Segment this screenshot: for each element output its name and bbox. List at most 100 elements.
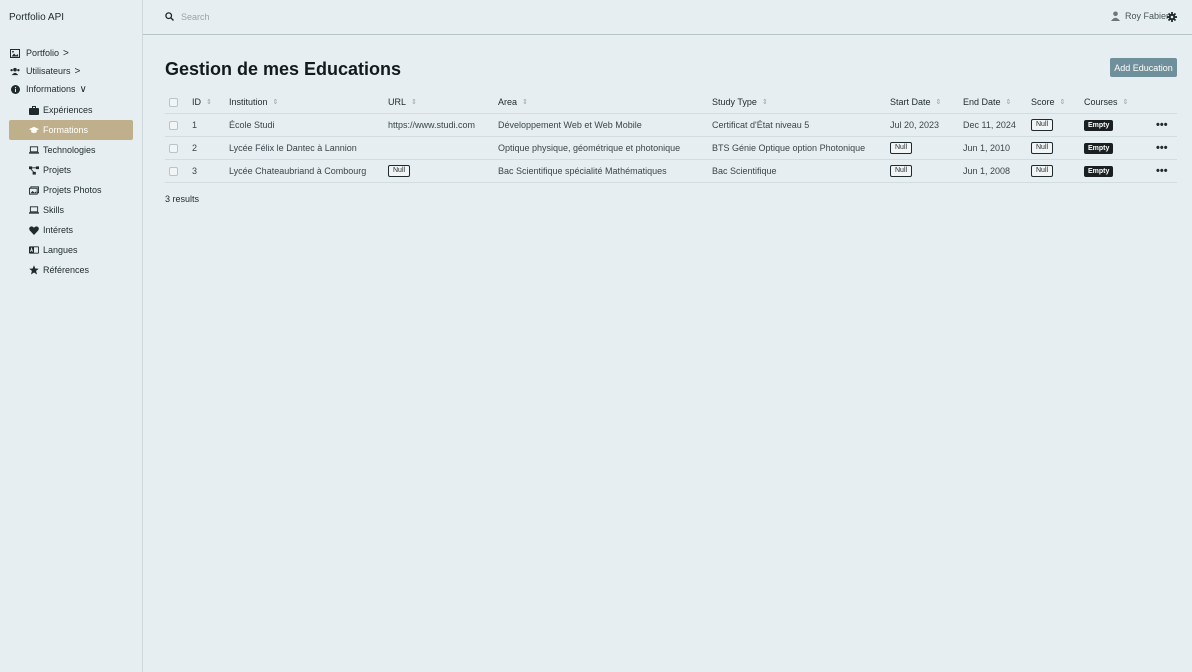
column-header-url[interactable]: URL ⇕ xyxy=(388,91,417,113)
row-checkbox[interactable] xyxy=(169,143,178,153)
user-name: Roy Fabien xyxy=(1124,11,1171,21)
sidebar-item-skills[interactable]: Skills xyxy=(9,200,133,220)
add-education-button[interactable]: Add Education xyxy=(1110,58,1177,77)
row-actions-button[interactable]: ••• xyxy=(1156,137,1168,159)
user-menu[interactable]: Roy Fabien xyxy=(1110,11,1171,21)
sidebar-item-label: Technologies xyxy=(43,145,96,155)
page-title: Gestion de mes Educations xyxy=(165,59,402,79)
table-row[interactable]: 1 École Studi https://www.studi.com Déve… xyxy=(165,114,1177,137)
row-actions-button[interactable]: ••• xyxy=(1156,114,1168,136)
gear-icon[interactable] xyxy=(1167,12,1177,24)
cell-institution: Lycée Félix le Dantec à Lannion xyxy=(229,143,357,153)
table-header: ID ⇕ Institution ⇕ URL ⇕ Area ⇕ Study Type ⇕ … xyxy=(165,91,1177,114)
sidebar-item-experiences[interactable]: Expériences xyxy=(9,100,133,120)
sidebar-item-utilisateurs[interactable]: Utilisateurs > xyxy=(0,62,143,80)
cell-url: Null xyxy=(388,160,411,182)
cell-end-date: Dec 11, 2024 xyxy=(963,120,1016,130)
sort-icon: ⇕ xyxy=(272,99,279,106)
sort-icon: ⇕ xyxy=(206,99,212,106)
column-label: End Date xyxy=(963,97,1001,107)
sort-icon: ⇕ xyxy=(1122,99,1129,106)
search-input[interactable] xyxy=(181,10,481,24)
education-table: ID ⇕ Institution ⇕ URL ⇕ Area ⇕ Study Type ⇕ … xyxy=(165,91,1177,183)
sort-icon: ⇕ xyxy=(411,99,417,106)
cell-courses: Empty xyxy=(1084,114,1114,136)
empty-badge: Empty xyxy=(1084,119,1114,131)
select-all-cell xyxy=(169,91,178,113)
heart-icon xyxy=(29,225,39,235)
column-label: Score xyxy=(1031,97,1055,107)
sidebar-item-label: Portfolio xyxy=(26,48,60,58)
sidebar-item-label: Informations xyxy=(26,84,76,94)
cell-id: 3 xyxy=(192,166,198,176)
sort-icon: ⇕ xyxy=(1005,99,1012,106)
topbar: Roy Fabien xyxy=(143,0,1192,35)
row-checkbox[interactable] xyxy=(169,166,178,176)
cell-area: Bac Scientifique spécialité Mathématique… xyxy=(498,166,667,176)
users-icon xyxy=(10,66,20,76)
sort-icon: ⇕ xyxy=(522,99,528,106)
column-header-score[interactable]: Score ⇕ xyxy=(1031,91,1065,113)
table-row[interactable]: 3 Lycée Chateaubriand à Combourg Null Ba… xyxy=(165,160,1177,183)
sidebar-item-formations[interactable]: Formations xyxy=(9,120,133,140)
null-badge: Null xyxy=(890,165,913,177)
cell-courses: Empty xyxy=(1084,137,1114,159)
null-badge: Null xyxy=(1031,142,1054,154)
column-label: Institution xyxy=(229,97,268,107)
laptop-icon xyxy=(29,145,39,155)
sidebar-item-portfolio[interactable]: Portfolio > xyxy=(0,44,143,62)
cell-start-date: Jul 20, 2023 xyxy=(890,120,940,130)
cell-start-date: Null xyxy=(890,137,913,159)
image-icon xyxy=(10,48,20,58)
sidebar-item-label: Projets Photos xyxy=(43,185,102,195)
search-icon xyxy=(165,12,174,23)
column-header-courses[interactable]: Courses ⇕ xyxy=(1084,91,1128,113)
select-all-checkbox[interactable] xyxy=(169,97,178,107)
row-checkbox[interactable] xyxy=(169,120,178,130)
null-badge: Null xyxy=(1031,119,1054,131)
sidebar: Portfolio API Portfolio > Utilisateurs >… xyxy=(0,0,143,672)
cell-end-date: Jun 1, 2010 xyxy=(963,143,1011,153)
sidebar-item-projets[interactable]: Projets xyxy=(9,160,133,180)
column-header-id[interactable]: ID ⇕ xyxy=(192,91,212,113)
sidebar-item-label: Projets xyxy=(43,165,72,175)
column-label: Start Date xyxy=(890,97,931,107)
chevron-right-icon: > xyxy=(63,47,69,59)
sidebar-item-label: Skills xyxy=(43,205,65,215)
app-title: Portfolio API xyxy=(9,12,65,23)
user-icon xyxy=(1110,11,1120,21)
sidebar-item-label: Langues xyxy=(43,245,78,255)
column-label: URL xyxy=(388,97,407,107)
column-label: ID xyxy=(192,97,201,107)
column-label: Courses xyxy=(1084,97,1118,107)
sidebar-item-label: Utilisateurs xyxy=(26,66,71,76)
table-row[interactable]: 2 Lycée Félix le Dantec à Lannion Optiqu… xyxy=(165,137,1177,160)
cell-study-type: BTS Génie Optique option Photonique xyxy=(712,143,866,153)
cell-score: Null xyxy=(1031,137,1054,159)
sidebar-item-technologies[interactable]: Technologies xyxy=(9,140,133,160)
sidebar-item-informations[interactable]: Informations ∨ xyxy=(0,80,143,98)
cell-area: Développement Web et Web Mobile xyxy=(498,120,642,130)
row-select-cell xyxy=(169,137,178,159)
cell-study-type: Bac Scientifique xyxy=(712,166,777,176)
sidebar-item-projets-photos[interactable]: Projets Photos xyxy=(9,180,133,200)
row-actions-button[interactable]: ••• xyxy=(1156,160,1168,182)
column-header-start-date[interactable]: Start Date ⇕ xyxy=(890,91,941,113)
more-icon: ••• xyxy=(1156,119,1168,131)
null-badge: Null xyxy=(388,165,411,177)
cell-id: 2 xyxy=(192,143,198,153)
sidebar-item-langues[interactable]: Langues xyxy=(9,240,133,260)
language-icon xyxy=(29,245,39,255)
cell-institution: École Studi xyxy=(229,120,275,130)
column-header-end-date[interactable]: End Date ⇕ xyxy=(963,91,1011,113)
sidebar-item-references[interactable]: Références xyxy=(9,260,133,280)
column-header-institution[interactable]: Institution ⇕ xyxy=(229,91,278,113)
sidebar-item-interets[interactable]: Intérets xyxy=(9,220,133,240)
column-header-area[interactable]: Area ⇕ xyxy=(498,91,528,113)
cell-score: Null xyxy=(1031,160,1054,182)
column-header-study-type[interactable]: Study Type ⇕ xyxy=(712,91,768,113)
images-icon xyxy=(29,185,39,195)
row-select-cell xyxy=(169,160,178,182)
cell-study-type: Certificat d'État niveau 5 xyxy=(712,120,810,130)
results-count: 3 results xyxy=(165,194,200,204)
